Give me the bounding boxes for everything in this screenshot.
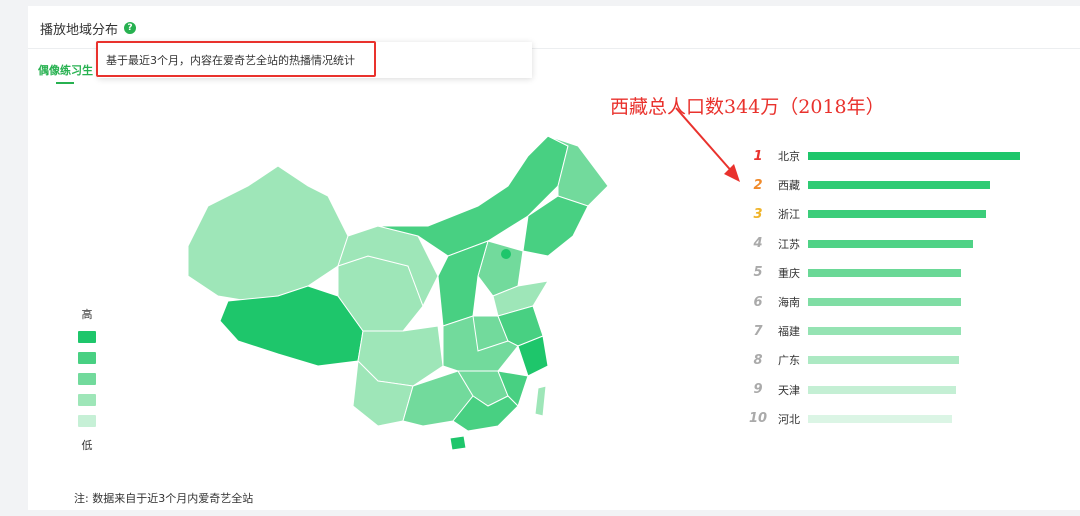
map-region-xinjiang[interactable] xyxy=(188,165,349,302)
region-name: 天津 xyxy=(778,383,800,397)
china-heat-map[interactable] xyxy=(188,126,608,456)
ranking-row[interactable]: 2 西藏 xyxy=(748,175,990,195)
region-distribution-panel: 播放地域分布 ? 偶像练习生 基于最近3个月，内容在爱奇艺全站的热播情况统计 西… xyxy=(28,6,1080,510)
data-source-footnote: 注: 数据来自于近3个月内爱奇艺全站 xyxy=(74,492,254,505)
map-region-taiwan[interactable] xyxy=(534,385,547,417)
region-name: 重庆 xyxy=(778,266,800,280)
ranking-bar xyxy=(808,298,961,306)
region-name: 江苏 xyxy=(778,237,800,251)
map-region-beijing[interactable] xyxy=(501,249,511,259)
legend-swatch xyxy=(78,331,96,343)
rank-number: 6 xyxy=(753,294,763,310)
ranking-bar xyxy=(808,385,956,394)
rank-number: 1 xyxy=(753,148,763,164)
ranking-row[interactable]: 8 广东 xyxy=(748,350,959,370)
region-name: 河北 xyxy=(778,412,800,426)
rank-number: 10 xyxy=(748,411,768,427)
legend-low-label: 低 xyxy=(81,439,93,452)
rank-number: 2 xyxy=(753,177,763,193)
ranking-bar xyxy=(808,210,986,219)
legend-swatch xyxy=(78,415,96,427)
rank-number: 3 xyxy=(753,206,763,222)
rank-number: 8 xyxy=(753,352,763,368)
legend-swatch xyxy=(78,394,96,406)
ranking-row[interactable]: 6 海南 xyxy=(748,292,961,312)
region-name: 西藏 xyxy=(778,179,800,193)
legend-swatch xyxy=(78,352,96,364)
region-name: 北京 xyxy=(778,150,800,163)
region-name: 浙江 xyxy=(778,208,800,222)
ranking-bar xyxy=(808,152,1020,160)
ranking-row[interactable]: 4 江苏 xyxy=(748,234,973,254)
map-region-hainan[interactable] xyxy=(449,435,467,451)
region-name: 海南 xyxy=(778,296,800,309)
ranking-row[interactable]: 1 北京 xyxy=(748,146,1020,166)
ranking-bar xyxy=(808,327,961,336)
ranking-bar xyxy=(808,356,959,365)
region-name: 广东 xyxy=(778,354,800,368)
ranking-bar xyxy=(808,181,990,190)
legend-high-label: 高 xyxy=(81,308,93,321)
ranking-row[interactable]: 9 天津 xyxy=(748,380,956,400)
rank-number: 7 xyxy=(753,323,763,339)
ranking-bar xyxy=(808,414,952,423)
rank-number: 4 xyxy=(753,236,763,252)
legend-swatch xyxy=(78,373,96,385)
rank-number: 5 xyxy=(753,265,763,281)
ranking-row[interactable]: 10 河北 xyxy=(748,409,952,429)
rank-number: 9 xyxy=(753,382,763,398)
ranking-row[interactable]: 3 浙江 xyxy=(748,204,986,224)
ranking-bar xyxy=(808,239,973,248)
ranking-bar xyxy=(808,268,961,277)
ranking-row[interactable]: 7 福建 xyxy=(748,321,961,341)
region-name: 福建 xyxy=(778,325,800,339)
ranking-row[interactable]: 5 重庆 xyxy=(748,263,961,283)
heat-legend: 高 低 xyxy=(78,306,102,453)
